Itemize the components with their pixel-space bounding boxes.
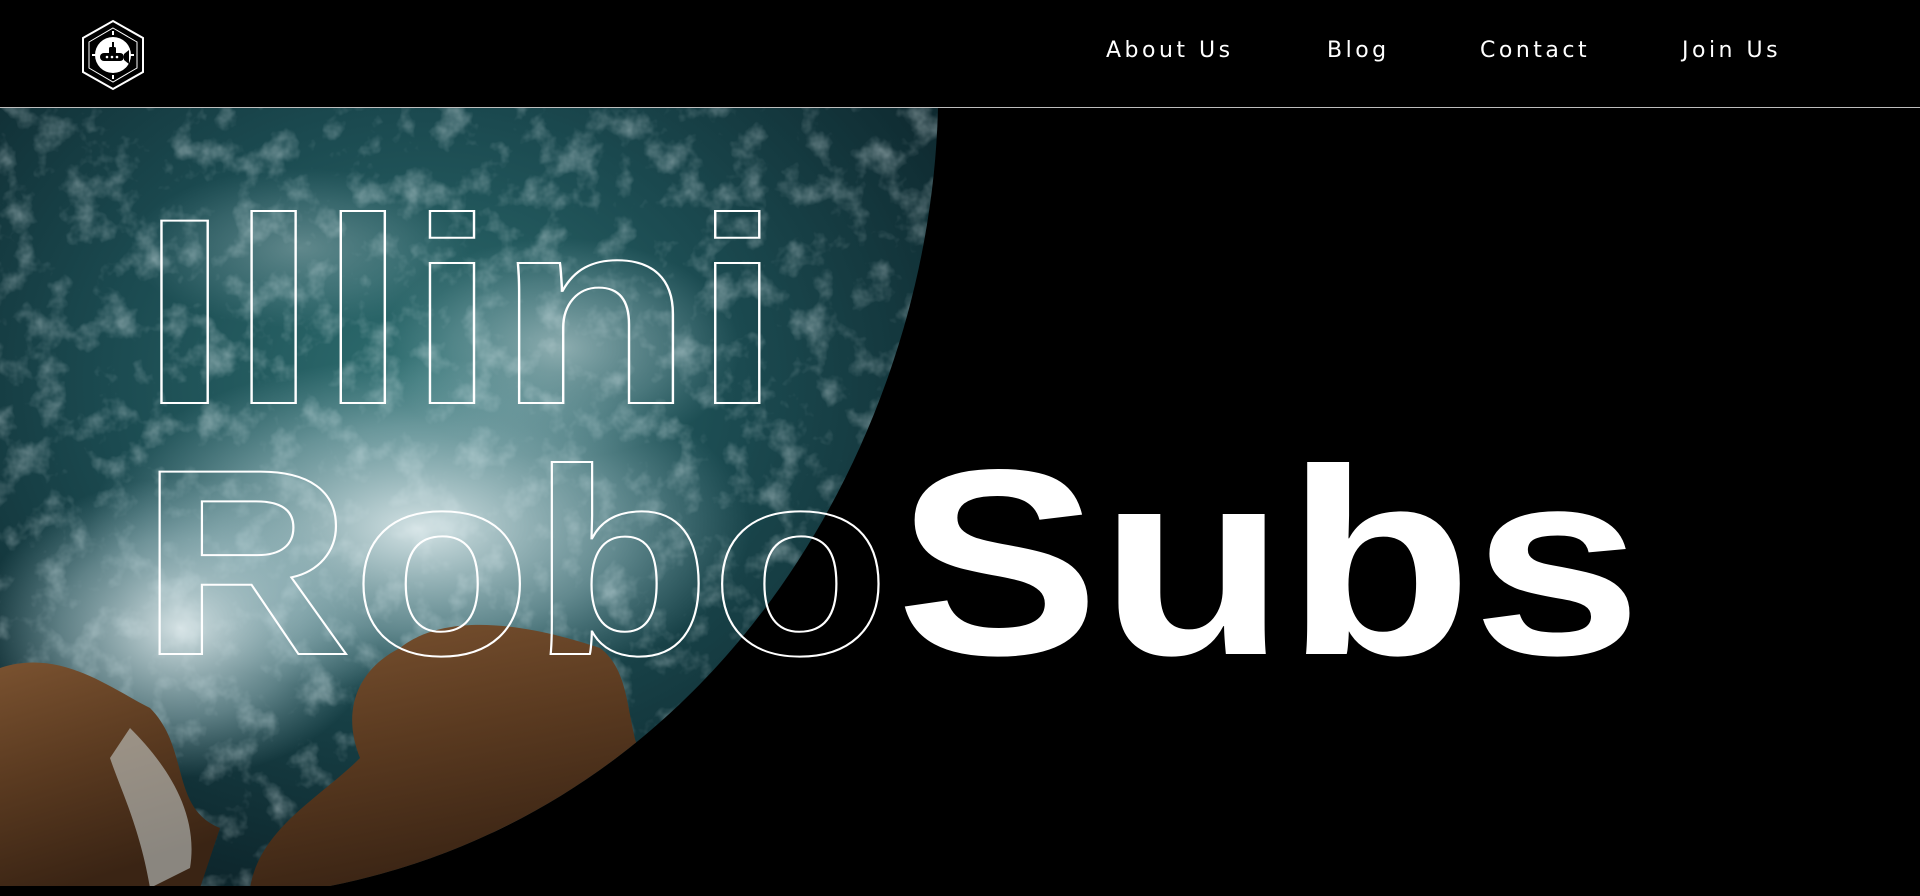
main-nav: About Us Blog Contact Join Us	[1100, 0, 1820, 107]
nav-blog[interactable]: Blog	[1327, 38, 1390, 63]
hero-title-robo-outline: Robo	[140, 415, 890, 711]
site-header: About Us Blog Contact Join Us	[0, 0, 1920, 108]
nav-about-us[interactable]: About Us	[1106, 38, 1234, 63]
hero-title: Illini Robo Subs	[139, 163, 1642, 712]
page: About Us Blog Contact Join Us Illini Rob…	[0, 0, 1920, 896]
nav-join-us[interactable]: Join Us	[1682, 38, 1781, 63]
hero-title-subs-solid: Subs	[896, 415, 1642, 711]
hero-section: Illini Robo Subs	[0, 108, 1920, 896]
submarine-hexagon-logo-icon[interactable]	[80, 19, 146, 91]
nav-contact[interactable]: Contact	[1480, 38, 1590, 63]
